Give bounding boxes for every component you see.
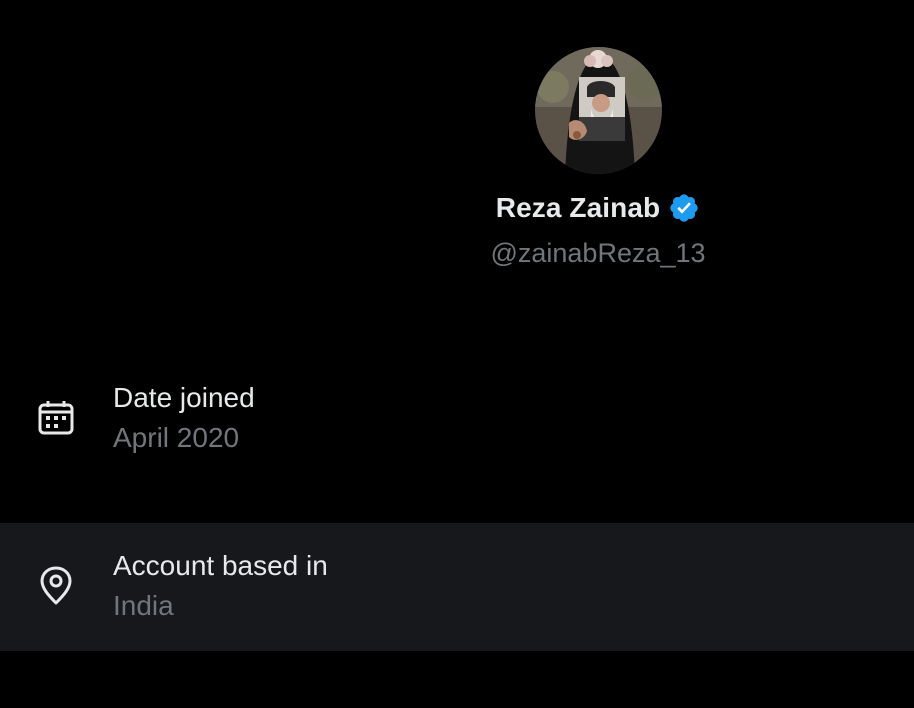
name-row: Reza Zainab	[0, 192, 914, 224]
account-based-in-value: India	[113, 590, 174, 621]
location-pin-icon	[36, 566, 76, 606]
profile-header: Reza Zainab @zainabReza_13	[0, 0, 914, 300]
verified-badge-icon	[668, 192, 700, 224]
avatar[interactable]	[535, 47, 662, 174]
display-name: Reza Zainab	[495, 192, 661, 223]
date-joined-label: Date joined	[113, 382, 255, 413]
date-joined-row: Date joined April 2020	[0, 354, 914, 482]
account-based-in-label: Account based in	[113, 550, 328, 581]
handle: @zainabReza_13	[490, 238, 706, 268]
about-account-page: Reza Zainab @zainabReza_13 Date joined A…	[0, 0, 914, 708]
account-based-in-row[interactable]: Account based in India	[0, 523, 914, 651]
calendar-icon	[36, 398, 76, 438]
avatar-image	[535, 47, 662, 174]
date-joined-value: April 2020	[113, 422, 240, 453]
